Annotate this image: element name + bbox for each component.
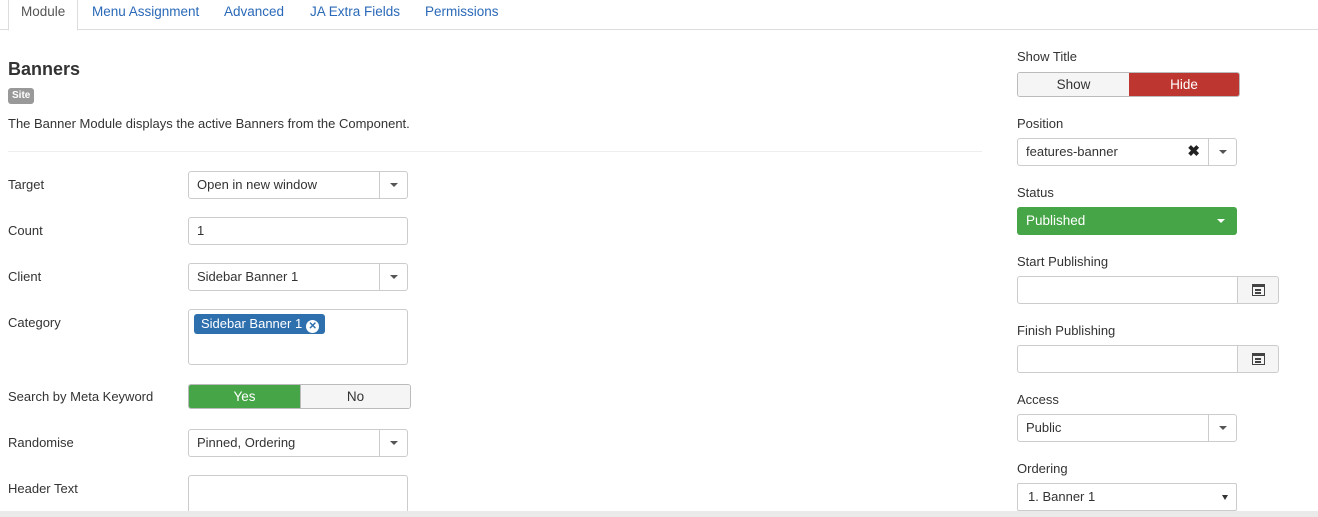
finish-publishing-input[interactable] (1017, 345, 1238, 373)
caret-down-icon (390, 275, 398, 279)
status-select[interactable]: Published (1017, 207, 1237, 235)
randomise-label: Randomise (8, 435, 74, 450)
caret-down-icon (1217, 219, 1225, 223)
position-value: features-banner (1026, 144, 1118, 159)
clear-icon[interactable]: ✖ (1187, 142, 1200, 162)
site-badge: Site (8, 88, 35, 104)
access-select[interactable]: Public (1017, 414, 1237, 442)
ordering-value: 1. Banner 1 (1028, 489, 1096, 504)
caret-down-icon (390, 183, 398, 187)
show-title-label: Show Title (1017, 49, 1077, 64)
status-label: Status (1017, 185, 1054, 200)
show-title-toggle: Show Hide (1017, 72, 1240, 97)
position-dropdown-toggle[interactable] (1208, 139, 1236, 165)
calendar-icon (1252, 353, 1265, 365)
client-dropdown-toggle[interactable] (379, 264, 407, 290)
module-description: The Banner Module displays the active Ba… (8, 116, 410, 131)
client-label: Client (8, 269, 42, 284)
horizontal-scrollbar[interactable] (0, 511, 1318, 517)
module-title: Banners (8, 59, 81, 79)
access-value: Public (1026, 420, 1062, 435)
tab-permissions[interactable]: Permissions (425, 0, 499, 30)
tab-advanced[interactable]: Advanced (224, 0, 284, 30)
randomise-select[interactable]: Pinned, Ordering (188, 429, 408, 457)
target-value: Open in new window (197, 177, 317, 192)
ordering-select[interactable]: 1. Banner 1 (1017, 483, 1237, 511)
count-value: 1 (197, 223, 205, 238)
finish-publishing-calendar-button[interactable] (1237, 345, 1279, 373)
category-multiselect[interactable]: Sidebar Banner 1 ✕ (188, 309, 408, 365)
start-publishing-calendar-button[interactable] (1237, 276, 1279, 304)
tab-menu-assignment[interactable]: Menu Assignment (92, 0, 199, 30)
divider (8, 151, 982, 152)
remove-chip-icon[interactable]: ✕ (306, 320, 320, 333)
meta-keyword-yes-button[interactable]: Yes (189, 385, 300, 408)
access-dropdown-toggle[interactable] (1208, 415, 1236, 441)
access-label: Access (1017, 392, 1059, 407)
finish-publishing-label: Finish Publishing (1017, 323, 1116, 338)
target-dropdown-toggle[interactable] (379, 172, 407, 198)
client-value: Sidebar Banner 1 (197, 269, 299, 284)
client-select[interactable]: Sidebar Banner 1 (188, 263, 408, 291)
count-label: Count (8, 223, 43, 238)
tab-ja-extra-fields[interactable]: JA Extra Fields (310, 0, 400, 30)
category-label: Category (8, 315, 61, 330)
calendar-icon (1252, 284, 1265, 296)
show-title-hide-button[interactable]: Hide (1129, 73, 1239, 96)
start-publishing-label: Start Publishing (1017, 254, 1109, 269)
ordering-label: Ordering (1017, 461, 1068, 476)
start-publishing-input[interactable] (1017, 276, 1238, 304)
caret-down-icon (390, 441, 398, 445)
target-label: Target (8, 177, 45, 192)
tab-bar: Module Menu Assignment Advanced JA Extra… (0, 0, 1318, 31)
target-select[interactable]: Open in new window (188, 171, 408, 199)
caret-down-icon (1222, 495, 1228, 500)
header-text-label: Header Text (8, 481, 78, 496)
caret-down-icon (1219, 150, 1227, 154)
position-label: Position (1017, 116, 1064, 131)
status-value: Published (1026, 213, 1086, 228)
count-input[interactable]: 1 (188, 217, 408, 245)
tab-module[interactable]: Module (8, 0, 79, 31)
meta-keyword-no-button[interactable]: No (300, 385, 410, 408)
position-select[interactable]: features-banner ✖ (1017, 138, 1237, 166)
category-chip: Sidebar Banner 1 ✕ (194, 314, 326, 334)
randomise-value: Pinned, Ordering (197, 435, 296, 450)
caret-down-icon (1219, 426, 1227, 430)
meta-keyword-toggle: Yes No (188, 384, 411, 409)
meta-keyword-label: Search by Meta Keyword (8, 389, 154, 404)
randomise-dropdown-toggle[interactable] (379, 430, 407, 456)
show-title-show-button[interactable]: Show (1018, 73, 1129, 96)
category-chip-label: Sidebar Banner 1 (201, 316, 303, 331)
